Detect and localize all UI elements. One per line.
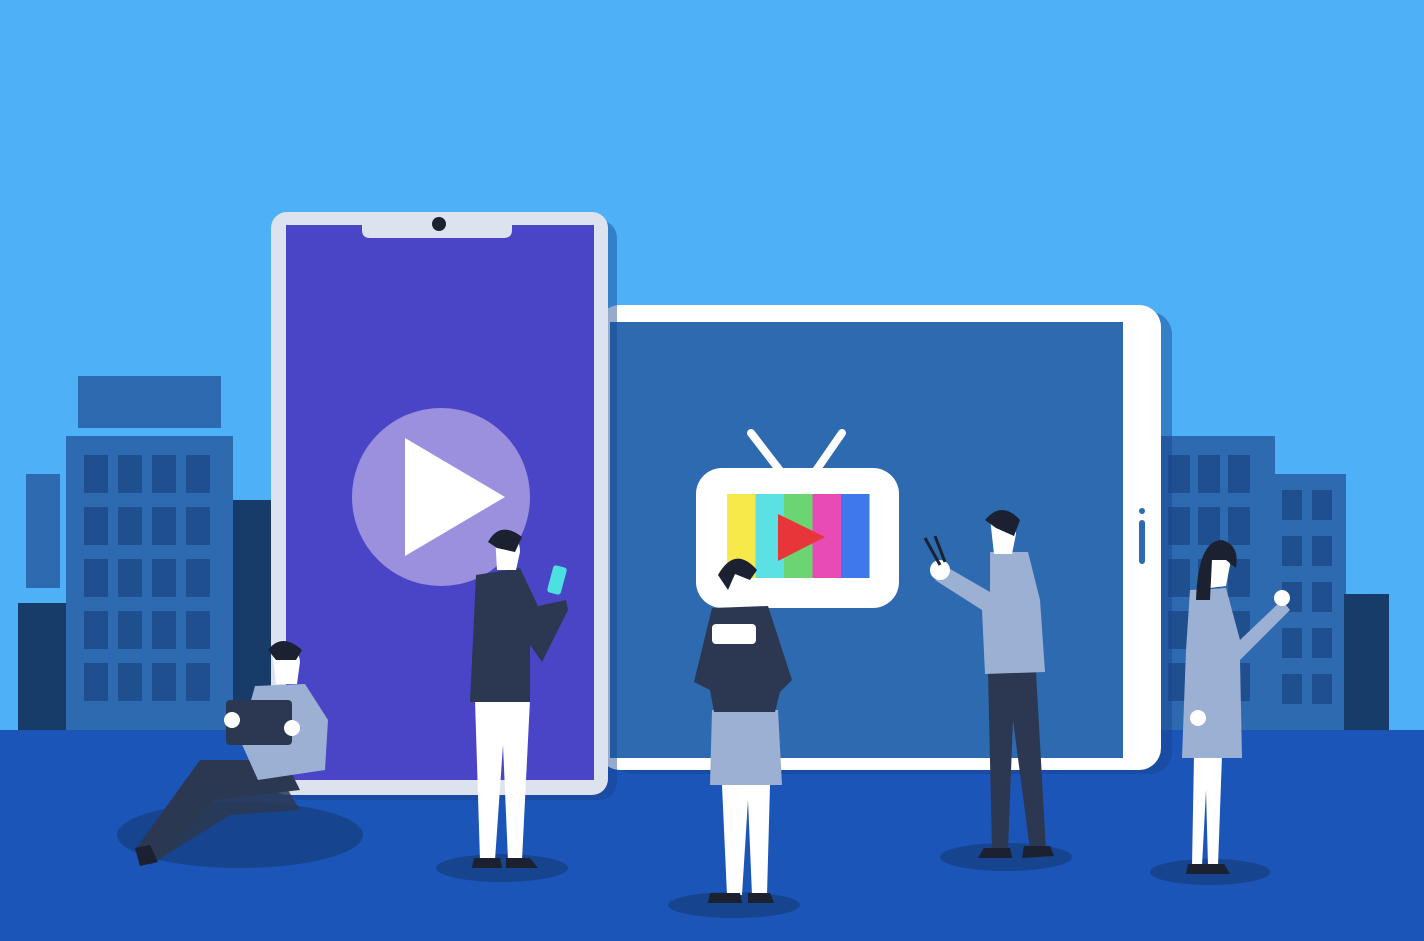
- smartphone-icon: [271, 212, 617, 800]
- window: [118, 663, 142, 701]
- window: [84, 455, 108, 493]
- window: [186, 559, 210, 597]
- media-devices-illustration: [0, 0, 1424, 941]
- window: [1312, 674, 1332, 704]
- window: [186, 507, 210, 545]
- window: [84, 663, 108, 701]
- window: [84, 611, 108, 649]
- window: [1228, 507, 1250, 545]
- window: [1312, 582, 1332, 612]
- window: [1282, 536, 1302, 566]
- window: [152, 663, 176, 701]
- window: [84, 559, 108, 597]
- window: [84, 507, 108, 545]
- window: [1312, 628, 1332, 658]
- tablet-home-button: [1139, 520, 1145, 564]
- window: [186, 663, 210, 701]
- color-bar: [841, 494, 870, 578]
- window: [118, 559, 142, 597]
- window: [1228, 455, 1250, 493]
- building-icon: [78, 376, 221, 428]
- window: [1282, 490, 1302, 520]
- window: [1282, 674, 1302, 704]
- window: [1228, 559, 1250, 597]
- building-icon: [18, 603, 70, 748]
- window: [1198, 455, 1220, 493]
- phone-camera: [432, 217, 446, 231]
- window: [186, 611, 210, 649]
- window: [118, 611, 142, 649]
- window: [1282, 628, 1302, 658]
- window: [152, 559, 176, 597]
- window: [152, 611, 176, 649]
- building-icon: [26, 474, 60, 588]
- window: [152, 507, 176, 545]
- window: [1312, 536, 1332, 566]
- building-icon: [1344, 594, 1389, 748]
- window: [1312, 490, 1332, 520]
- window: [152, 455, 176, 493]
- window: [186, 455, 210, 493]
- window: [118, 507, 142, 545]
- smartphone-icon: [712, 624, 756, 644]
- window: [118, 455, 142, 493]
- window: [1198, 507, 1220, 545]
